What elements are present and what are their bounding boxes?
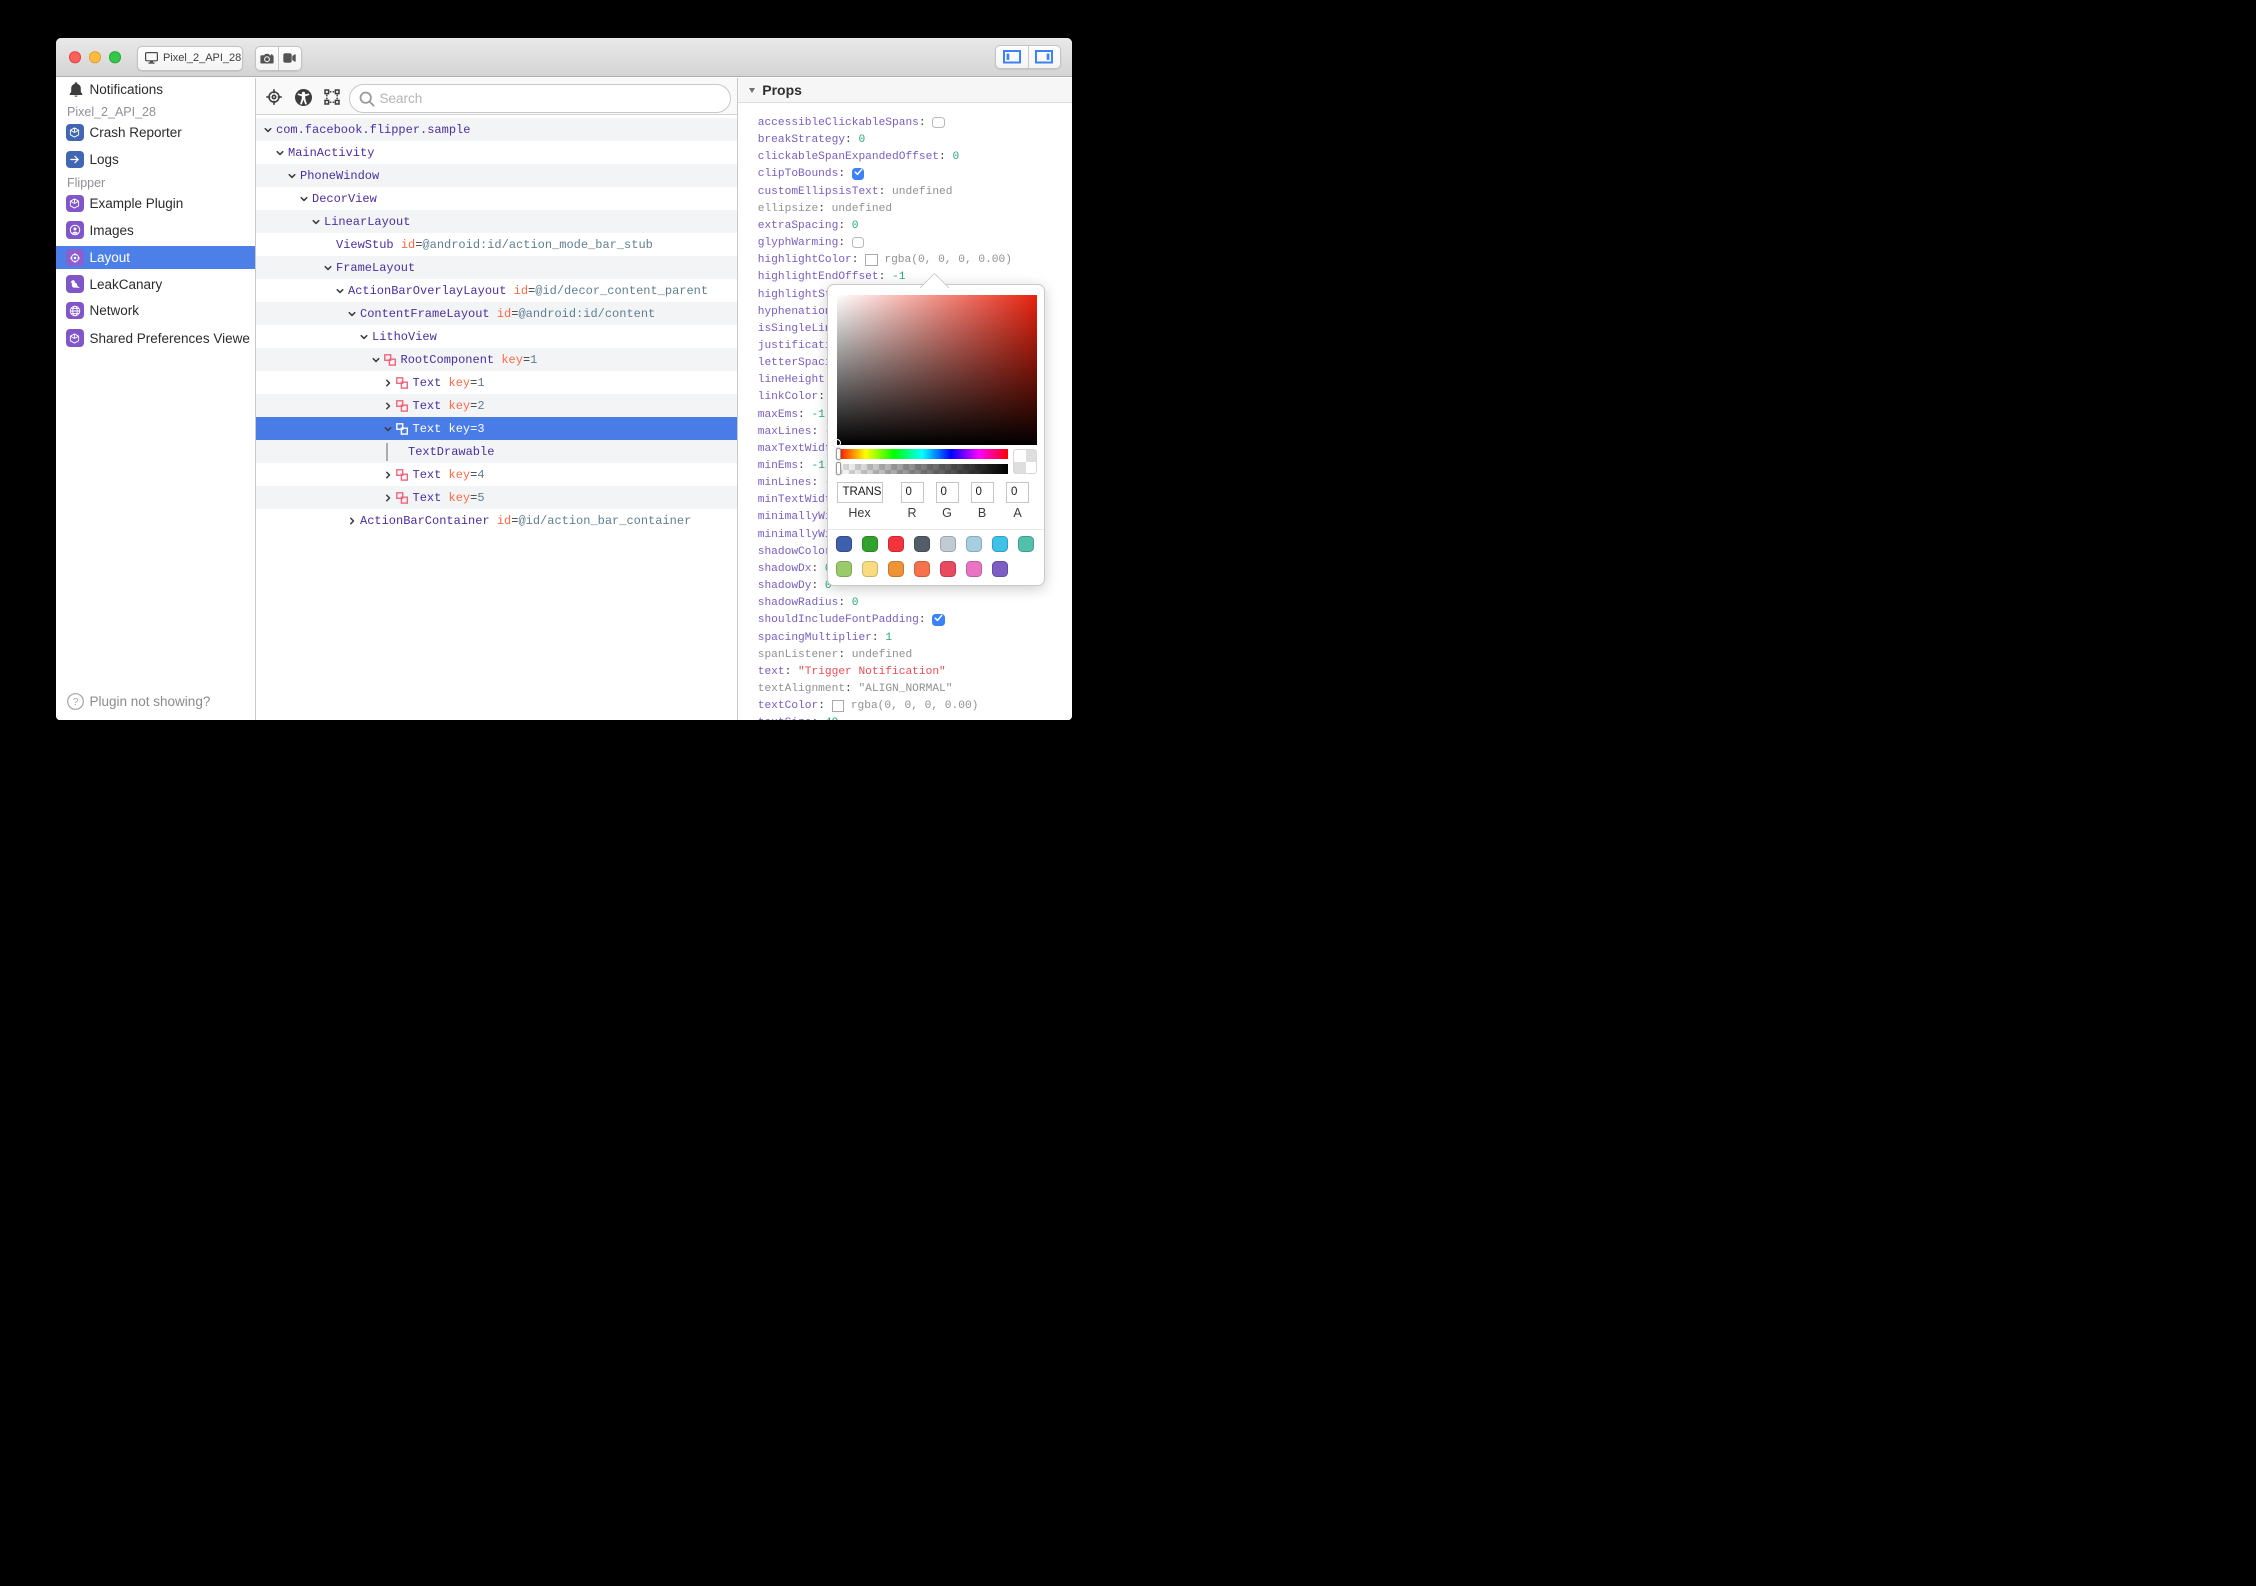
svg-text:?: ? bbox=[73, 697, 79, 708]
